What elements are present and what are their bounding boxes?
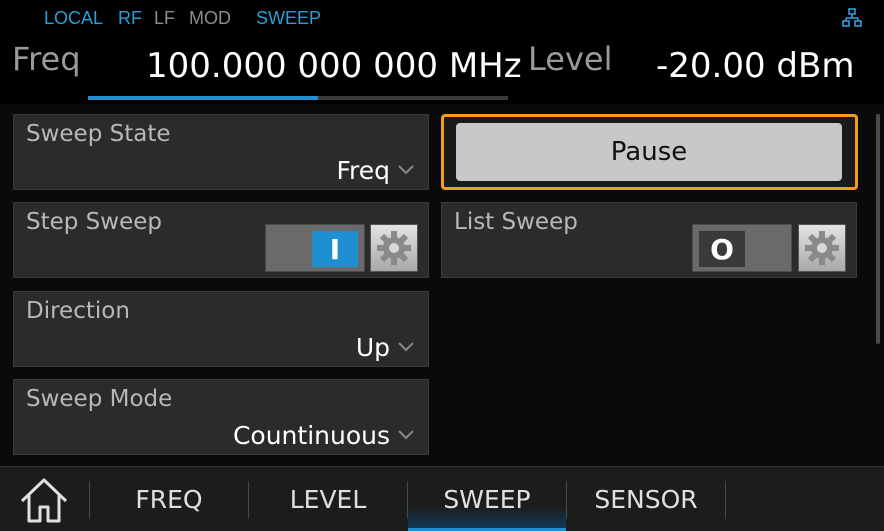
list-sweep-toggle-knob: O: [699, 231, 745, 267]
status-sweep: SWEEP: [256, 8, 322, 28]
tab-sweep-label: SWEEP: [443, 485, 531, 514]
gear-icon: [805, 231, 839, 265]
sweep-state-title: Sweep State: [26, 121, 171, 147]
direction-card[interactable]: Direction Up: [13, 291, 429, 367]
nav-separator: [725, 481, 726, 519]
status-local: LOCAL: [44, 8, 104, 28]
step-sweep-settings-button[interactable]: [370, 224, 418, 272]
status-rf: RF: [118, 8, 142, 28]
level-value[interactable]: -20.00 dBm: [656, 46, 854, 86]
tab-level[interactable]: LEVEL: [249, 467, 407, 531]
status-mod: MOD: [189, 8, 231, 28]
sweep-state-value: Freq: [336, 156, 390, 185]
freq-progress-fill: [88, 96, 318, 100]
sweep-state-card[interactable]: Sweep State Freq: [13, 114, 429, 190]
home-icon: [20, 478, 68, 522]
sweep-mode-title: Sweep Mode: [26, 386, 173, 412]
status-lf: LF: [154, 8, 176, 28]
list-sweep-title: List Sweep: [454, 209, 578, 235]
step-sweep-toggle[interactable]: I: [265, 224, 365, 272]
list-sweep-toggle[interactable]: O: [692, 224, 792, 272]
step-sweep-card: Step Sweep I: [13, 202, 429, 278]
pause-focus-frame: Pause: [441, 114, 858, 190]
list-sweep-settings-button[interactable]: [798, 224, 846, 272]
gear-icon: [377, 231, 411, 265]
freq-value[interactable]: 100.000 000 000 MHz: [146, 46, 522, 86]
tab-sweep[interactable]: SWEEP: [408, 467, 566, 531]
sweep-mode-value: Countinuous: [232, 421, 390, 450]
chevron-down-icon: [398, 165, 414, 175]
direction-title: Direction: [26, 298, 130, 324]
network-icon: [842, 8, 862, 27]
sweep-mode-card[interactable]: Sweep Mode Countinuous: [13, 379, 429, 455]
chevron-down-icon: [398, 430, 414, 440]
chevron-down-icon: [398, 342, 414, 352]
list-sweep-card: List Sweep O: [441, 202, 857, 278]
direction-value: Up: [355, 333, 390, 362]
level-label: Level: [528, 40, 613, 78]
step-sweep-toggle-knob: I: [312, 231, 358, 267]
freq-progress-bar: [88, 96, 508, 100]
pause-button[interactable]: Pause: [456, 123, 842, 181]
freq-label: Freq: [12, 40, 81, 78]
step-sweep-title: Step Sweep: [26, 209, 162, 235]
tab-freq[interactable]: FREQ: [90, 467, 248, 531]
bottom-nav: FREQ LEVEL SWEEP SENSOR: [0, 466, 884, 531]
scrollbar[interactable]: [876, 114, 880, 344]
status-bar: LOCAL RF LF MOD SWEEP: [0, 0, 884, 36]
home-button[interactable]: [0, 467, 88, 531]
tab-sensor[interactable]: SENSOR: [567, 467, 725, 531]
